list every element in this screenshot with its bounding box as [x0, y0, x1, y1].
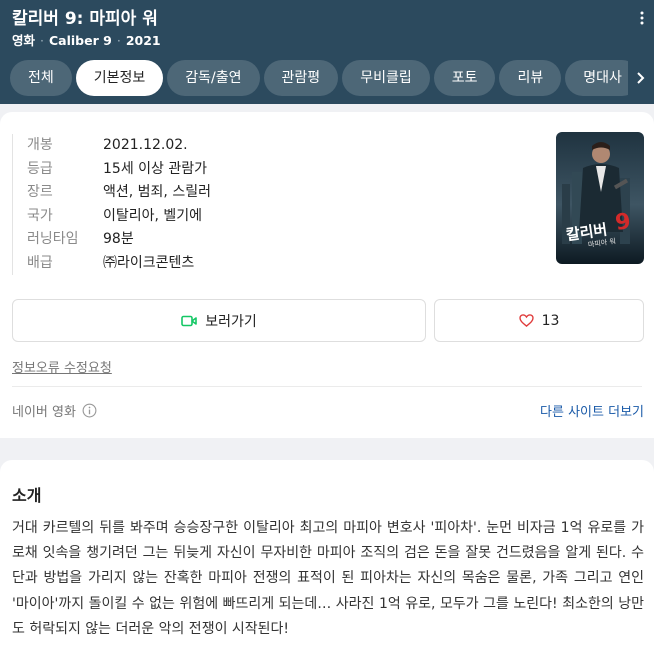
- header: 칼리버 9: 마피아 워 영화 · Caliber 9 · 2021 전체 기본정보 감독/…: [0, 0, 654, 104]
- divider: [12, 386, 642, 387]
- like-count: 13: [541, 312, 560, 329]
- info-row-release: 개봉 2021.12.02.: [27, 134, 211, 158]
- tab-bar: 전체 기본정보 감독/출연 관람평 무비클립 포토 리뷰 명대사: [10, 60, 630, 96]
- tab-quotes[interactable]: 명대사: [565, 60, 630, 96]
- info-value: 15세 이상 관람가: [103, 160, 207, 177]
- heart-icon: [518, 314, 534, 327]
- info-label: 개봉: [27, 137, 53, 153]
- info-row-distributor: 배급 ㈜라이크콘텐츠: [27, 252, 211, 276]
- separator: ·: [40, 33, 44, 48]
- watch-button[interactable]: 보러가기: [12, 299, 426, 342]
- tab-movie-clips[interactable]: 무비클립: [342, 60, 430, 96]
- info-row-genre: 장르 액션, 범죄, 스릴러: [27, 181, 211, 205]
- basic-info-card: 개봉 2021.12.02. 등급 15세 이상 관람가 장르 액션, 범죄, 스릴러…: [0, 112, 654, 438]
- meta-original-title: Caliber 9: [49, 33, 112, 48]
- other-sites-link[interactable]: 다른 사이트 더보기: [540, 401, 644, 420]
- info-value: 이탈리아, 벨기에: [103, 207, 203, 224]
- tab-photos[interactable]: 포토: [433, 60, 496, 96]
- watch-label: 보러가기: [205, 313, 257, 330]
- info-value: 액션, 범죄, 스릴러: [103, 184, 211, 200]
- info-list: 개봉 2021.12.02. 등급 15세 이상 관람가 장르 액션, 범죄, 스릴러…: [12, 134, 211, 275]
- separator: ·: [116, 33, 121, 48]
- intro-section: 소개 거대 카르텔의 뒤를 봐주며 승승장구한 이탈리아 최고의 마피아 변호사…: [0, 460, 654, 669]
- more-options-icon[interactable]: [638, 10, 646, 26]
- info-value: 98분: [103, 231, 134, 247]
- info-row-rating: 등급 15세 이상 관람가: [27, 158, 211, 182]
- info-label: 배급: [27, 254, 53, 271]
- intro-text: 거대 카르텔의 뒤를 봐주며 승승장구한 이탈리아 최고의 마피아 변호사 '피…: [12, 520, 644, 637]
- meta-type: 영화: [12, 33, 36, 48]
- tabs-next-button[interactable]: [628, 60, 654, 96]
- source-label: 네이버 영화: [12, 405, 76, 420]
- info-label: 러닝타임: [27, 231, 79, 247]
- like-button[interactable]: 13: [434, 299, 644, 342]
- meta-year: 2021: [125, 33, 161, 48]
- info-row-runtime: 러닝타임 98분: [27, 228, 211, 252]
- movie-poster[interactable]: 칼리버 9 마피아 워: [556, 132, 644, 264]
- info-icon[interactable]: [82, 403, 97, 418]
- tab-basic-info[interactable]: 기본정보: [75, 60, 164, 96]
- page-title: 칼리버 9: 마피아 워: [12, 9, 158, 29]
- info-label: 등급: [27, 160, 53, 177]
- tab-ratings[interactable]: 관람평: [263, 60, 339, 96]
- info-label: 장르: [27, 184, 53, 200]
- info-label: 국가: [27, 207, 53, 224]
- chevron-right-icon: [637, 72, 645, 84]
- tab-reviews[interactable]: 리뷰: [499, 60, 562, 96]
- tab-cast[interactable]: 감독/출연: [167, 60, 260, 96]
- intro-heading: 소개: [12, 486, 42, 505]
- info-row-country: 국가 이탈리아, 벨기에: [27, 205, 211, 229]
- poster-image: 칼리버 9 마피아 워: [556, 132, 644, 264]
- report-error-link[interactable]: 정보오류 수정요청: [12, 357, 112, 376]
- info-value: ㈜라이크콘텐츠: [103, 254, 195, 271]
- tab-all[interactable]: 전체: [10, 60, 72, 96]
- info-value: 2021.12.02.: [103, 137, 188, 153]
- video-camera-icon: [181, 315, 198, 326]
- source: 네이버 영화: [12, 401, 97, 420]
- subtitle: 영화 · Caliber 9 · 2021: [12, 30, 161, 49]
